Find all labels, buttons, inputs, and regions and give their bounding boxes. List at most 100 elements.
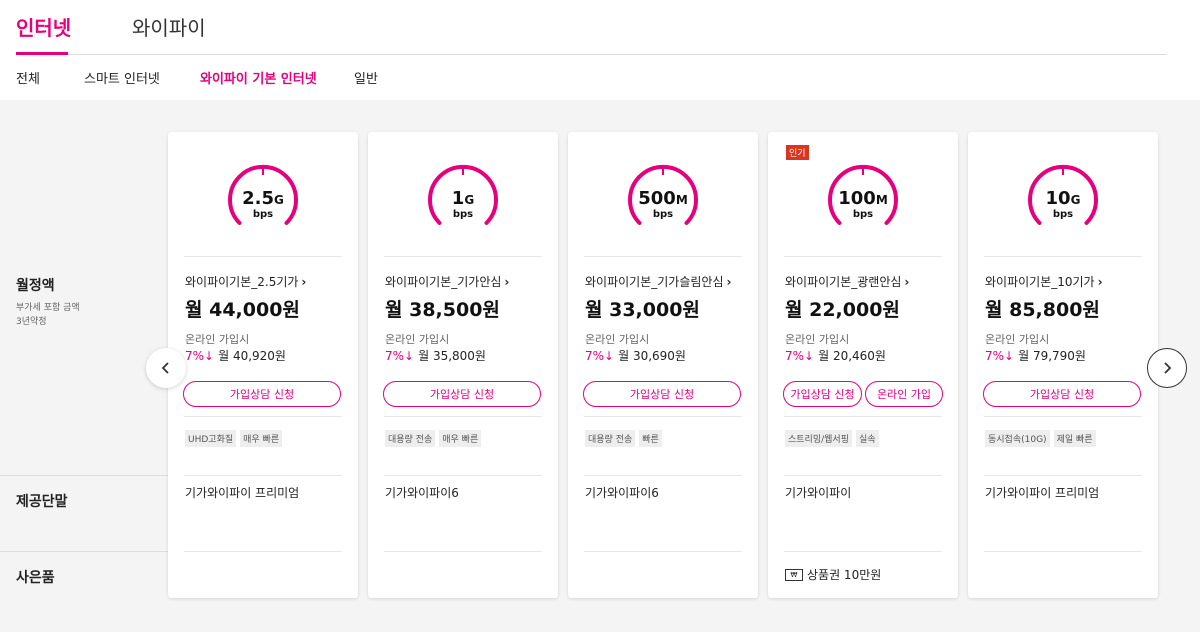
- feature-tag: 실속: [856, 430, 879, 447]
- tag-list: 스트리밍/웹서핑 실속: [785, 430, 879, 447]
- online-signup-label: 온라인 가입시: [185, 333, 250, 346]
- plan-card: 500M bps 와이파이기본_기가슬림안심 › 월 33,000원 온라인 가입…: [568, 132, 758, 598]
- plan-name-link[interactable]: 와이파이기본_기가슬림안심 ›: [585, 273, 731, 290]
- row-divider: [0, 551, 168, 552]
- tab-wifi[interactable]: 와이파이: [132, 12, 206, 41]
- card-divider: [984, 551, 1142, 552]
- feature-tag: 대용량 전송: [585, 430, 636, 447]
- chevron-right-icon: ›: [504, 275, 510, 289]
- plan-name-link[interactable]: 와이파이기본_2.5기가 ›: [185, 273, 306, 290]
- speed-unit: G: [464, 193, 474, 207]
- plan-name-link[interactable]: 와이파이기본_기가안심 ›: [385, 273, 509, 290]
- subtab-wifi-basic-internet[interactable]: 와이파이 기본 인터넷: [200, 68, 317, 87]
- chevron-right-icon: ›: [1097, 275, 1103, 289]
- speed-value: 100: [838, 188, 876, 209]
- chevron-right-icon: ›: [904, 275, 910, 289]
- row-label-gift: 사은품: [16, 567, 55, 587]
- consult-button[interactable]: 가입상담 신청: [383, 381, 541, 407]
- discount-info: 7%↓ 월 79,790원: [985, 347, 1086, 364]
- card-divider: [384, 256, 542, 257]
- consult-button[interactable]: 가입상담 신청: [583, 381, 741, 407]
- row-label-monthly-title: 월정액: [16, 278, 55, 294]
- tab-internet[interactable]: 인터넷: [16, 12, 71, 41]
- row-label-monthly-vat: 부가세 포함 금액: [16, 303, 80, 313]
- feature-tag: UHD고화질: [185, 430, 237, 447]
- card-divider: [784, 551, 942, 552]
- discount-price: 월 20,460원: [818, 349, 886, 363]
- card-divider: [384, 551, 542, 552]
- discount-percent: 7%↓: [585, 349, 615, 363]
- feature-tag: 빠른: [639, 430, 662, 447]
- gift-text: 상품권 10만원: [807, 568, 882, 582]
- monthly-price: 월 85,800원: [985, 299, 1100, 321]
- card-divider: [184, 551, 342, 552]
- monthly-price: 월 44,000원: [185, 299, 300, 321]
- tag-list: UHD고화질 매우 빠른: [185, 430, 283, 447]
- speed-bps: bps: [453, 209, 473, 220]
- card-divider: [184, 256, 342, 257]
- discount-price: 월 40,920원: [218, 349, 286, 363]
- online-signup-button[interactable]: 온라인 가입: [865, 381, 943, 407]
- card-divider: [984, 256, 1142, 257]
- svg-text:10G: 10G: [1046, 188, 1081, 209]
- feature-tag: 매우 빠른: [439, 430, 482, 447]
- plan-name: 와이파이기본_2.5기가: [185, 275, 299, 289]
- card-divider: [384, 416, 542, 417]
- card-divider: [184, 416, 342, 417]
- svg-text:500M: 500M: [638, 188, 688, 209]
- plan-name: 와이파이기본_기가안심: [385, 275, 502, 289]
- chevron-right-icon: ›: [301, 275, 307, 289]
- feature-tag: 동시접속(10G): [985, 430, 1050, 447]
- speed-unit: M: [876, 193, 888, 207]
- speed-bps: bps: [1053, 209, 1073, 220]
- row-label-gift-title: 사은품: [16, 570, 55, 586]
- device-name: 기가와이파이6: [585, 486, 659, 500]
- speedometer-icon: 1G bps: [428, 164, 498, 225]
- row-label-monthly: 월정액 부가세 포함 금액 3년약정: [16, 275, 80, 329]
- chevron-left-icon: [161, 362, 169, 374]
- plan-card: 인기 100M bps 와이파이기본_광랜안심 › 월 22,000원 온라인 가…: [768, 132, 958, 598]
- plan-card: 2.5G bps 와이파이기본_2.5기가 › 월 44,000원 온라인 가입시…: [168, 132, 358, 598]
- plan-card: 10G bps 와이파이기본_10기가 › 월 85,800원 온라인 가입시 7…: [968, 132, 1158, 598]
- consult-button[interactable]: 가입상담 신청: [183, 381, 341, 407]
- monthly-price: 월 38,500원: [385, 299, 500, 321]
- speed-bps: bps: [853, 209, 873, 220]
- card-divider: [584, 416, 742, 417]
- speedometer-icon: 100M bps: [828, 164, 898, 225]
- feature-tag: 스트리밍/웹서핑: [785, 430, 852, 447]
- row-label-device: 제공단말: [16, 491, 68, 511]
- discount-price: 월 35,800원: [418, 349, 486, 363]
- device-name: 기가와이파이: [785, 486, 852, 500]
- card-divider: [784, 416, 942, 417]
- plan-name: 와이파이기본_기가슬림안심: [585, 275, 724, 289]
- speed-unit: G: [274, 193, 284, 207]
- online-signup-label: 온라인 가입시: [385, 333, 450, 346]
- subtab-general[interactable]: 일반: [354, 68, 378, 87]
- card-divider: [984, 416, 1142, 417]
- consult-button[interactable]: 가입상담 신청: [783, 381, 862, 407]
- monthly-price: 월 22,000원: [785, 299, 900, 321]
- plan-name-link[interactable]: 와이파이기본_광랜안심 ›: [785, 273, 909, 290]
- card-divider: [184, 475, 342, 476]
- tag-list: 대용량 전송 매우 빠른: [385, 430, 482, 447]
- discount-price: 월 79,790원: [1018, 349, 1086, 363]
- online-signup-label: 온라인 가입시: [985, 333, 1050, 346]
- active-tab-underline: [16, 52, 68, 55]
- speed-value: 1: [452, 188, 465, 209]
- carousel-prev-button[interactable]: [146, 348, 186, 388]
- consult-button[interactable]: 가입상담 신청: [983, 381, 1141, 407]
- card-divider: [784, 256, 942, 257]
- discount-info: 7%↓ 월 35,800원: [385, 347, 486, 364]
- discount-info: 7%↓ 월 20,460원: [785, 347, 886, 364]
- speed-unit: M: [676, 193, 688, 207]
- popular-badge: 인기: [786, 145, 809, 160]
- card-divider: [584, 475, 742, 476]
- carousel-next-button[interactable]: [1147, 348, 1187, 388]
- plan-name-link[interactable]: 와이파이기본_10기가 ›: [985, 273, 1103, 290]
- plan-card: 1G bps 와이파이기본_기가안심 › 월 38,500원 온라인 가입시 7%…: [368, 132, 558, 598]
- chevron-right-icon: [1164, 362, 1172, 374]
- device-name: 기가와이파이 프리미엄: [985, 486, 1100, 500]
- subtab-all[interactable]: 전체: [16, 68, 40, 87]
- speedometer-icon: 500M bps: [628, 164, 698, 225]
- subtab-smart-internet[interactable]: 스마트 인터넷: [84, 68, 160, 87]
